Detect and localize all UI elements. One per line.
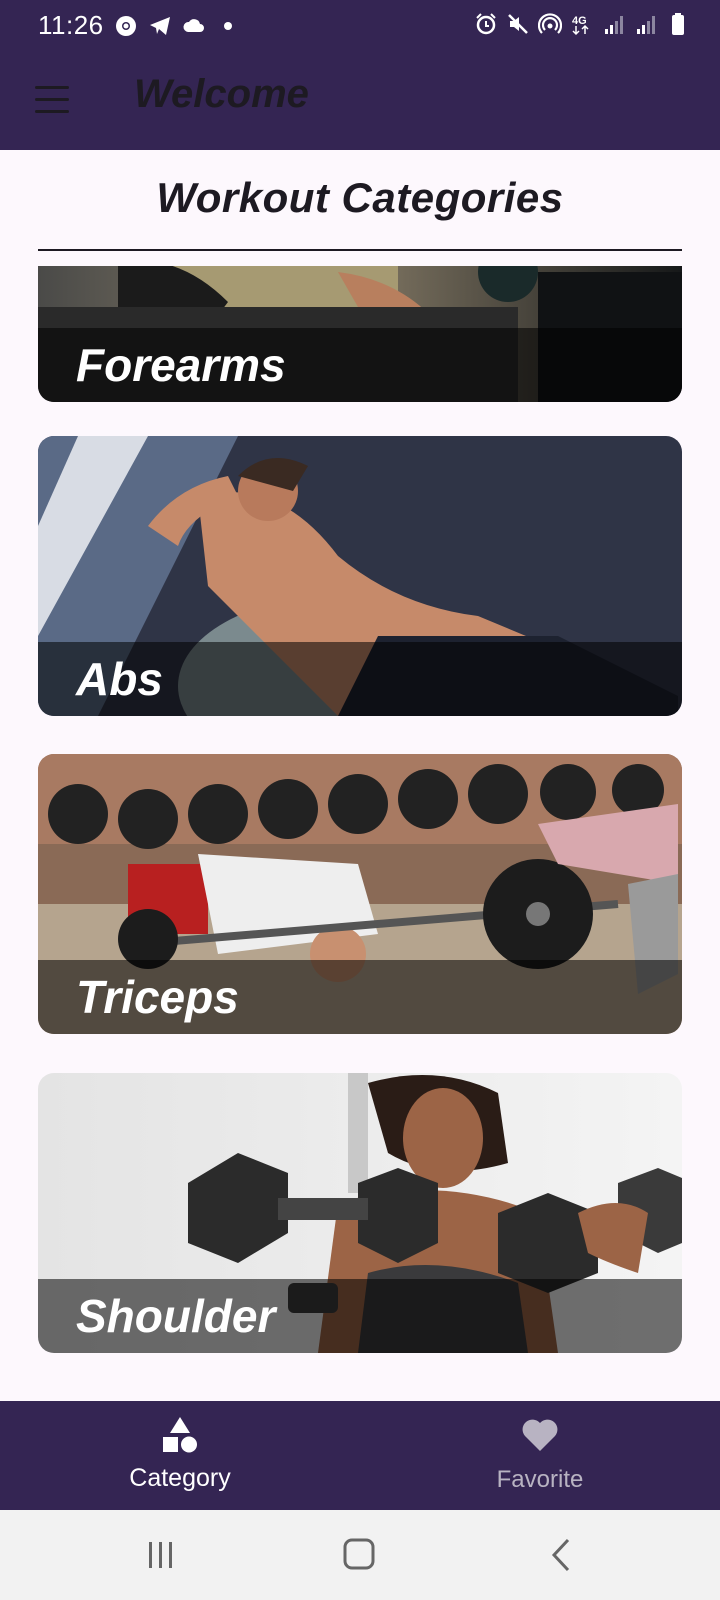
bottom-navigation: Category Favorite bbox=[0, 1401, 720, 1510]
category-list[interactable]: Forearms Abs Triceps Shoulder bbox=[38, 266, 682, 1401]
battery-icon bbox=[672, 13, 684, 35]
top-bar: 11:26 4G Welcome bbox=[0, 0, 720, 150]
recents-icon[interactable] bbox=[138, 1532, 184, 1578]
alarm-icon bbox=[476, 13, 496, 35]
system-navigation-bar bbox=[0, 1510, 720, 1600]
system-status-icons: 4G bbox=[474, 12, 690, 36]
category-card-abs[interactable]: Abs bbox=[38, 436, 682, 716]
svg-text:4G: 4G bbox=[572, 15, 587, 27]
category-label: Shoulder bbox=[76, 1290, 276, 1342]
category-card-triceps[interactable]: Triceps bbox=[38, 754, 682, 1034]
cloud-icon bbox=[183, 19, 204, 32]
category-label: Triceps bbox=[76, 971, 239, 1023]
signal-icon bbox=[605, 16, 623, 34]
status-bar: 11:26 4G bbox=[0, 0, 720, 52]
nav-item-category[interactable]: Category bbox=[0, 1401, 360, 1510]
heart-icon bbox=[522, 1419, 558, 1451]
chrome-icon bbox=[116, 16, 136, 36]
hamburger-menu-icon[interactable] bbox=[30, 78, 74, 122]
category-label: Abs bbox=[76, 653, 163, 705]
page-title: Workout Categories bbox=[156, 174, 564, 221]
dot-icon bbox=[224, 22, 232, 30]
title-divider bbox=[38, 249, 682, 251]
home-icon[interactable] bbox=[337, 1532, 383, 1578]
nav-item-favorite[interactable]: Favorite bbox=[360, 1401, 720, 1510]
category-label: Forearms bbox=[76, 339, 286, 391]
nav-label: Favorite bbox=[496, 1466, 584, 1493]
category-card-shoulder[interactable]: Shoulder bbox=[38, 1073, 682, 1353]
status-time: 11:26 bbox=[38, 10, 104, 40]
telegram-icon bbox=[150, 17, 170, 35]
notification-icons bbox=[114, 14, 240, 38]
app-bar: Welcome bbox=[0, 52, 720, 150]
signal-icon bbox=[637, 16, 655, 34]
network-4g-icon: 4G bbox=[572, 15, 589, 36]
nav-label: Category bbox=[129, 1464, 231, 1492]
mute-icon bbox=[508, 14, 528, 34]
hotspot-icon bbox=[538, 13, 562, 34]
category-card-forearms[interactable]: Forearms bbox=[38, 266, 682, 402]
app-bar-title: Welcome bbox=[134, 72, 309, 116]
back-icon[interactable] bbox=[540, 1532, 586, 1578]
category-shapes-icon bbox=[163, 1417, 197, 1453]
